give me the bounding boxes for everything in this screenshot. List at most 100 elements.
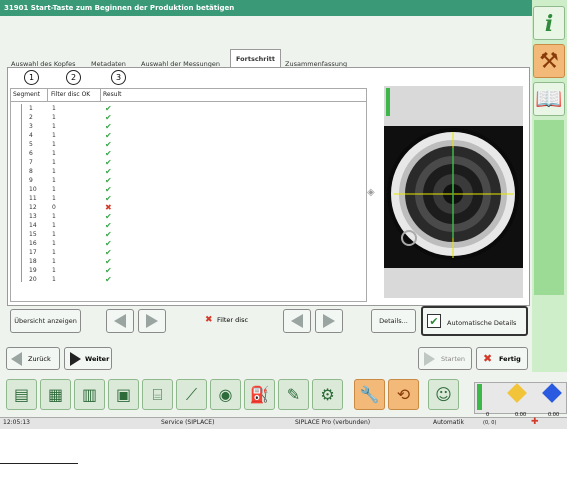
segment-cell: 18 [29, 258, 37, 265]
operator-tool-button[interactable]: ☺ [428, 379, 459, 410]
result-cell: ✖ [105, 203, 112, 212]
table-row[interactable]: 19 1 ✔ [11, 266, 161, 275]
table-row[interactable]: 6 1 ✔ [11, 149, 161, 158]
camera-tool-button[interactable]: ◉ [210, 379, 241, 410]
segment-cell: 4 [29, 132, 33, 139]
back-button[interactable]: Zurück [6, 347, 60, 370]
grid-icon: ▦ [47, 385, 64, 404]
start-arrow-icon [424, 352, 435, 366]
column-header-result[interactable]: Result [101, 89, 161, 101]
table-row[interactable]: 18 1 ✔ [11, 257, 161, 266]
status-siplace: SIPLACE Pro (verbunden) [295, 419, 371, 426]
table-row[interactable]: 13 1 ✔ [11, 212, 161, 221]
tab-progress[interactable]: Fortschritt [230, 49, 281, 68]
camera-icon: ◉ [218, 385, 233, 404]
result-cell: ✔ [105, 149, 112, 158]
next-step-button[interactable]: Weiter [64, 347, 112, 370]
measure-tool-button[interactable]: ⚒ [533, 44, 565, 78]
segment-cell: 9 [29, 177, 33, 184]
table-row[interactable]: 7 1 ✔ [11, 158, 161, 167]
left-arrow-icon [114, 314, 126, 328]
segment-cell: 11 [29, 195, 37, 202]
filter-cell: 1 [52, 258, 56, 265]
result-cell: ✔ [105, 131, 112, 140]
notes-tool-button[interactable]: ⌸ [142, 379, 173, 410]
result-cell: ✔ [105, 266, 112, 275]
start-button[interactable]: Starten [418, 347, 472, 370]
right-arrow-icon [146, 314, 158, 328]
checkbox-checked-icon: ✔ [427, 314, 441, 328]
table-row[interactable]: 5 1 ✔ [11, 140, 161, 149]
filter-next-button[interactable] [315, 309, 343, 333]
filter-prev-button[interactable] [283, 309, 311, 333]
prev-button[interactable] [106, 309, 134, 333]
statistics-tool-button[interactable]: ▥ [74, 379, 105, 410]
result-cell: ✔ [105, 185, 112, 194]
result-cell: ✔ [105, 194, 112, 203]
service-tool-button[interactable]: 🔧 [354, 379, 385, 410]
production-tool-button[interactable]: ▤ [6, 379, 37, 410]
callout-1: 1 [24, 70, 39, 85]
trend-tool-button[interactable]: ⟋ [176, 379, 207, 410]
table-row[interactable]: 20 1 ✔ [11, 275, 161, 284]
filter-cell: 1 [52, 105, 56, 112]
grid-tool-button[interactable]: ▦ [40, 379, 71, 410]
calibration-tool-button[interactable]: ⟲ [388, 379, 419, 410]
manual-button[interactable]: 📖 [533, 82, 565, 116]
overview-button[interactable]: Übersicht anzeigen [10, 309, 81, 333]
table-row[interactable]: 11 1 ✔ [11, 194, 161, 203]
nozzle-image [387, 128, 519, 260]
gauge-level-bar [477, 384, 482, 410]
table-row[interactable]: 12 0 ✖ [11, 203, 161, 212]
auto-details-toggle[interactable]: ✔ Automatische Details [421, 306, 528, 336]
table-row[interactable]: 2 1 ✔ [11, 113, 161, 122]
gauge-coords: (0, 0) [483, 420, 497, 426]
column-header-segment[interactable]: Segment [11, 89, 48, 101]
back-label: Zurück [28, 355, 51, 363]
setup-tool-button[interactable]: ▣ [108, 379, 139, 410]
details-button[interactable]: Details... [371, 309, 416, 333]
segment-cell: 5 [29, 141, 33, 148]
status-time: 12:05:13 [3, 419, 30, 426]
finish-x-icon: ✖ [483, 352, 493, 365]
result-cell: ✔ [105, 158, 112, 167]
camera-level-bar [386, 88, 390, 116]
filter-cell: 1 [52, 240, 56, 247]
window-title: 31901 Start-Taste zum Beginnen der Produ… [0, 0, 532, 16]
result-cell: ✔ [105, 113, 112, 122]
finish-button[interactable]: ✖ Fertig [476, 347, 528, 370]
table-row[interactable]: 14 1 ✔ [11, 221, 161, 230]
callout-2: 2 [66, 70, 81, 85]
result-cell: ✔ [105, 140, 112, 149]
info-icon: i [544, 11, 554, 37]
expand-handle-icon[interactable]: ◈ [367, 187, 375, 198]
oil-tool-button[interactable]: ⛽ [244, 379, 275, 410]
table-row[interactable]: 8 1 ✔ [11, 167, 161, 176]
table-row[interactable]: 1 1 ✔ [11, 104, 161, 113]
table-row[interactable]: 9 1 ✔ [11, 176, 161, 185]
right-arrow-icon [323, 314, 335, 328]
table-row[interactable]: 3 1 ✔ [11, 122, 161, 131]
table-row[interactable]: 15 1 ✔ [11, 230, 161, 239]
header-divider [10, 101, 367, 102]
pipette-tool-button[interactable]: ✎ [278, 379, 309, 410]
table-row[interactable]: 16 1 ✔ [11, 239, 161, 248]
forward-arrow-icon [70, 352, 81, 366]
filter-cell: 1 [52, 213, 56, 220]
column-header-filter[interactable]: Filter disc OK [49, 89, 101, 101]
table-row[interactable]: 10 1 ✔ [11, 185, 161, 194]
filter-cell: 1 [52, 222, 56, 229]
bar-chart-icon: ▥ [81, 385, 98, 404]
table-row[interactable]: 4 1 ✔ [11, 131, 161, 140]
settings-tool-button[interactable]: ⚙ [312, 379, 343, 410]
result-cell: ✔ [105, 176, 112, 185]
filter-cell: 1 [52, 132, 56, 139]
info-button[interactable]: i [533, 6, 565, 40]
table-row[interactable]: 17 1 ✔ [11, 248, 161, 257]
next-item-button[interactable] [138, 309, 166, 333]
segment-cell: 8 [29, 168, 33, 175]
result-cell: ✔ [105, 104, 112, 113]
result-cell: ✔ [105, 212, 112, 221]
back-arrow-icon [11, 352, 22, 366]
gears-icon: ⚙ [320, 385, 335, 404]
